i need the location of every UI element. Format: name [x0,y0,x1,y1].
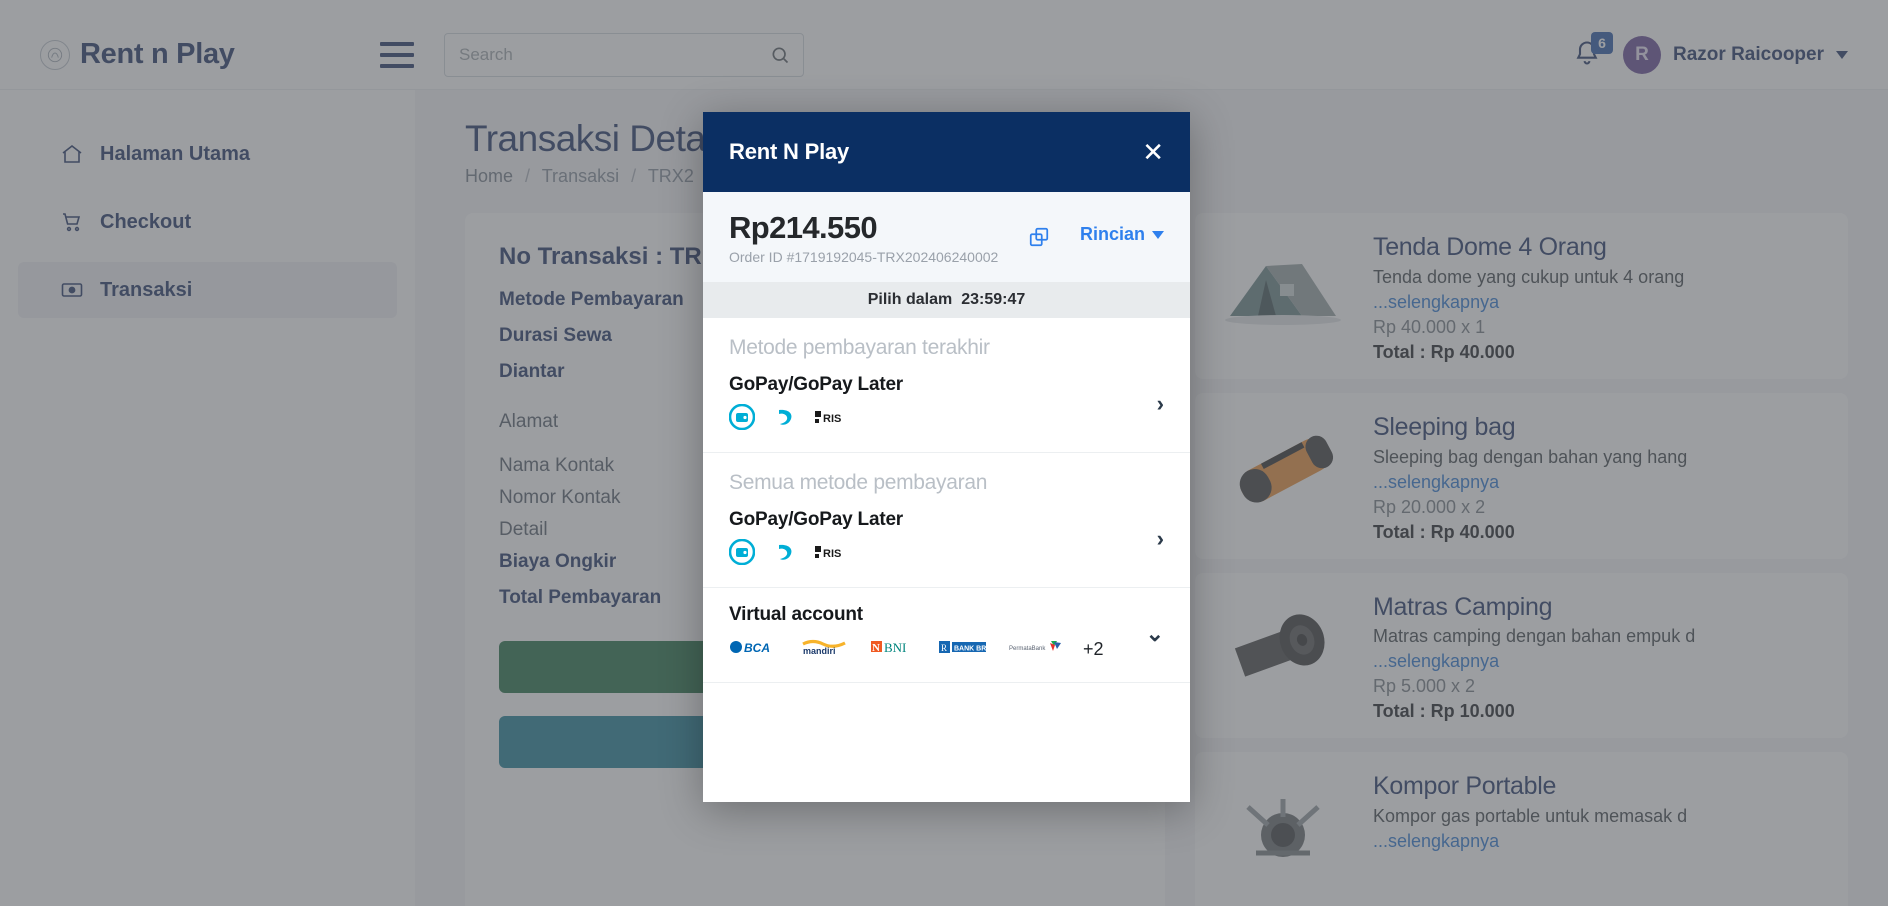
amount-summary: Rp214.550 Order ID #1719192045-TRX202406… [703,192,1190,282]
section-label-last-method: Metode pembayaran terakhir [703,318,1190,368]
bca-logo: BCA [729,639,779,660]
qris-logo: RIS [815,408,859,431]
details-label: Rincian [1080,224,1145,245]
svg-text:RIS: RIS [823,548,841,560]
gojek-logo [775,539,795,570]
caret-down-icon [1152,231,1164,239]
svg-text:BCA: BCA [744,641,770,655]
bri-logo: R BANK BRI [939,639,989,660]
bni-logo: N BNI [871,638,919,661]
mandiri-logo: mandiri [799,638,851,661]
section-label-all-methods: Semua metode pembayaran [703,453,1190,503]
details-toggle[interactable]: Rincian [1080,224,1164,245]
amount-value: Rp214.550 [729,212,1022,245]
svg-text:PermataBank: PermataBank [1009,646,1046,652]
svg-text:BANK BRI: BANK BRI [954,646,988,653]
close-icon[interactable]: ✕ [1142,139,1164,165]
svg-text:R: R [941,643,947,653]
svg-text:RIS: RIS [823,413,841,425]
payment-method-name: Virtual account [729,604,1134,626]
extra-methods-count: +2 [1083,639,1104,660]
payment-method-logos: BCA mandiri N BNI [729,636,1134,664]
payment-timer: Pilih dalam 23:59:47 [703,282,1190,318]
gojek-logo [775,404,795,435]
payment-method-virtual-account[interactable]: Virtual account BCA mandiri [703,588,1190,683]
permata-logo: PermataBank [1009,638,1063,661]
svg-text:mandiri: mandiri [803,646,836,656]
modal-header: Rent N Play ✕ [703,112,1190,192]
payment-modal: Rent N Play ✕ Rp214.550 Order ID #171919… [703,112,1190,802]
timer-value: 23:59:47 [961,291,1025,309]
svg-text:BNI: BNI [884,640,906,655]
chevron-down-icon: ⌄ [1146,621,1164,647]
gopay-logo [729,404,755,435]
payment-method-name: GoPay/GoPay Later [729,374,1145,396]
payment-method-logos: RIS [729,406,1145,434]
modal-title: Rent N Play [729,139,849,165]
payment-method-name: GoPay/GoPay Later [729,509,1145,531]
copy-icon[interactable] [1028,226,1050,248]
payment-method-logos: RIS [729,541,1145,569]
qris-logo: RIS [815,543,859,566]
payment-method-gopay-last[interactable]: GoPay/GoPay Later [703,368,1190,453]
gopay-logo [729,539,755,570]
payment-methods-body: Metode pembayaran terakhir GoPay/GoPay L… [703,318,1190,802]
chevron-right-icon: › [1157,526,1164,552]
payment-method-gopay[interactable]: GoPay/GoPay Later [703,503,1190,588]
order-id: Order ID #1719192045-TRX202406240002 [729,248,1022,266]
svg-text:N: N [872,642,880,654]
timer-label: Pilih dalam [868,291,952,309]
chevron-right-icon: › [1157,391,1164,417]
